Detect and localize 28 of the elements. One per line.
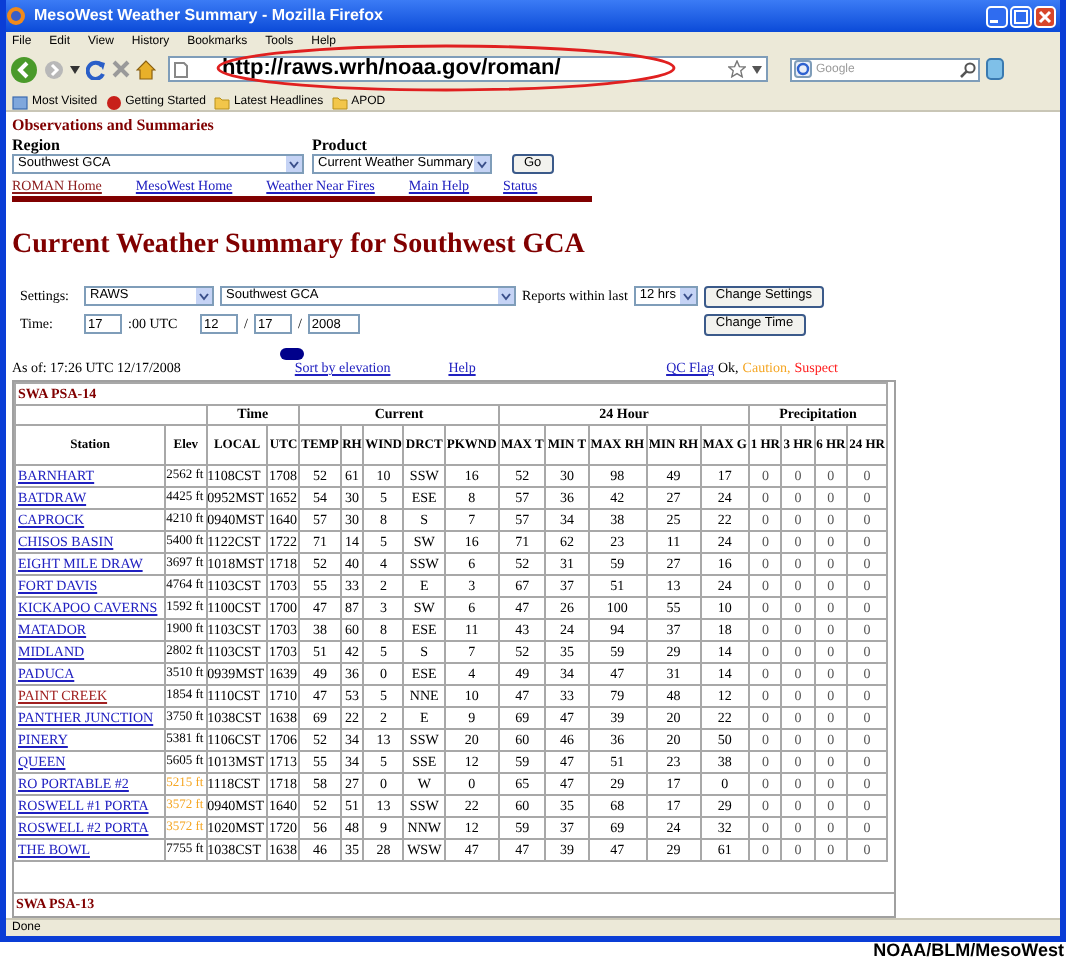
bookmark-icon	[12, 93, 28, 109]
app-icon	[6, 6, 26, 26]
dropdown-arrow-icon	[196, 288, 212, 304]
caret-icon[interactable]	[752, 65, 762, 73]
address-field[interactable]: http://raws.wrh/noaa.gov/roman/	[168, 56, 768, 82]
page-icon	[174, 61, 188, 77]
search-engine-icon[interactable]	[794, 60, 812, 78]
dropdown-arrow-icon	[498, 288, 514, 304]
section-title: Observations and Summaries	[12, 116, 216, 136]
field-label: Product	[312, 136, 369, 154]
history-dropdown-icon[interactable]	[70, 65, 80, 73]
minimize-button[interactable]	[986, 5, 1008, 27]
dropdown-arrow-icon	[286, 156, 302, 172]
search-icon[interactable]	[960, 61, 976, 77]
window-title: MesoWest Weather Summary - Mozilla Firefox	[34, 8, 383, 24]
maximize-button[interactable]	[1010, 5, 1032, 27]
close-button[interactable]	[1034, 5, 1056, 27]
reload-icon[interactable]	[86, 59, 106, 79]
back-button[interactable]	[10, 55, 38, 83]
field-label: Region	[12, 136, 62, 154]
pill-icon	[280, 348, 304, 360]
home-icon[interactable]	[136, 59, 156, 79]
url-text: http://raws.wrh/noaa.gov/roman/	[222, 58, 561, 80]
dropdown-arrow-icon	[474, 156, 490, 172]
image-caption: NOAA/BLM/MesoWest	[873, 942, 1064, 960]
dropdown-arrow-icon	[679, 288, 696, 304]
star-icon[interactable]	[728, 60, 746, 78]
page-heading: Current Weather Summary for Southwest GCA	[12, 228, 587, 264]
